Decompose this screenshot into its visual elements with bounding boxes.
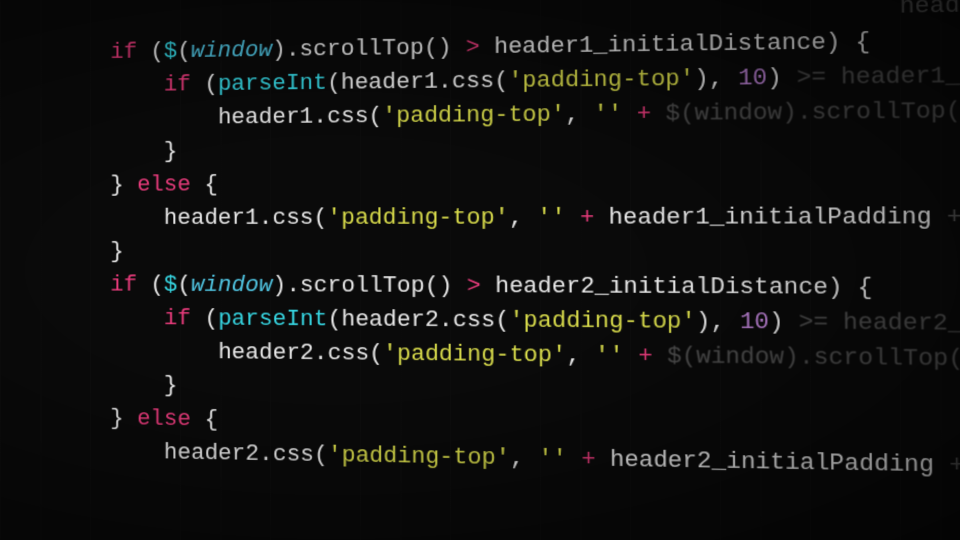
- token-pl: header2.css(: [218, 340, 383, 367]
- token-pl: header2_initialPadding: [596, 447, 950, 479]
- token-pl: [566, 205, 580, 231]
- token-pl: {: [191, 172, 218, 197]
- token-pl: (: [191, 306, 218, 332]
- token-dim: $: [667, 343, 682, 369]
- token-dim: window: [694, 100, 782, 127]
- token-str: 'padding-top': [382, 102, 565, 129]
- code-editor[interactable]: header0_initialPadding + 'px');if ($(win…: [0, 0, 960, 485]
- token-dim: $: [666, 101, 681, 127]
- token-str: '': [538, 446, 567, 473]
- token-pl: {: [191, 407, 218, 433]
- token-pl: (: [177, 39, 190, 64]
- token-dim: (: [680, 101, 695, 127]
- token-fn: parseInt: [218, 306, 328, 332]
- token-str: '': [594, 101, 623, 127]
- token-num: 10: [738, 65, 767, 92]
- token-str: '': [537, 205, 566, 231]
- token-pl: ): [767, 65, 797, 92]
- token-op: +: [638, 343, 653, 369]
- token-pl: ).scrollTop(): [272, 273, 466, 299]
- token-str: 'padding-top': [508, 66, 694, 94]
- token-op: >: [466, 35, 480, 61]
- token-op: +: [637, 101, 652, 127]
- token-dim: >= header2_initialPadding) {: [799, 309, 960, 339]
- token-var: window: [191, 38, 272, 64]
- token-pl: [624, 343, 639, 369]
- token-dim: ).scrollTop(): [782, 98, 960, 126]
- token-pl: header1.css(: [164, 205, 327, 231]
- token-pl: }: [164, 139, 177, 164]
- token-kw: if: [110, 40, 137, 65]
- token-dim: (: [682, 344, 697, 370]
- token-dim: >= header1_initialPadding) {: [797, 60, 960, 91]
- token-kw: if: [164, 306, 191, 332]
- token-pl: (: [137, 272, 164, 297]
- token-kw: if: [164, 72, 191, 98]
- token-fn: $: [164, 39, 177, 64]
- token-pl: }: [164, 373, 178, 399]
- token-pl: (header2.css(: [328, 307, 510, 334]
- token-pl: }: [110, 406, 137, 432]
- token-dim: + 'px');: [949, 452, 960, 481]
- token-str: 'padding-top': [509, 308, 696, 335]
- token-str: 'padding-top': [383, 341, 566, 369]
- token-pl: (: [177, 273, 191, 298]
- token-pl: ).scrollTop(): [272, 35, 466, 63]
- token-pl: header1_initialPadding: [594, 204, 947, 231]
- token-pl: [651, 101, 666, 127]
- token-pl: ),: [696, 309, 740, 336]
- token-str: 'padding-top': [327, 205, 509, 231]
- token-op: +: [581, 446, 595, 472]
- token-pl: [567, 446, 581, 472]
- token-dim: + 'px');: [947, 204, 960, 231]
- token-pl: ,: [510, 445, 539, 472]
- token-pl: [653, 343, 668, 369]
- token-pl: ,: [509, 205, 537, 231]
- code-line[interactable]: if ($(window).scrollTop() > header2_init…: [110, 268, 960, 306]
- token-pl: header2.css(: [164, 440, 328, 468]
- token-pl: header2_initialDistance) {: [481, 273, 873, 301]
- token-fn: parseInt: [218, 70, 327, 97]
- token-pl: }: [110, 172, 137, 197]
- token-str: '': [595, 343, 624, 369]
- token-pl: ): [769, 309, 799, 336]
- token-pl: ,: [566, 343, 595, 369]
- code-line[interactable]: }: [110, 129, 960, 169]
- token-dim: window: [696, 344, 784, 371]
- token-str: 'padding-top': [328, 443, 510, 472]
- token-var: window: [191, 273, 273, 299]
- token-pl: [622, 101, 637, 127]
- token-pl: header1_initialDistance) {: [480, 29, 871, 60]
- code-line[interactable]: }: [110, 235, 960, 271]
- token-pl: ,: [565, 102, 594, 128]
- code-line[interactable]: header1.css('padding-top', '' + header1_…: [110, 200, 960, 236]
- token-pl: (: [191, 72, 218, 98]
- token-pl: }: [110, 239, 123, 264]
- token-pl: (: [137, 39, 164, 65]
- token-num: 10: [740, 309, 770, 336]
- code-line[interactable]: } else {: [110, 164, 960, 202]
- token-kw: else: [137, 406, 191, 432]
- token-kw: else: [137, 172, 191, 197]
- token-kw: if: [110, 272, 137, 297]
- token-pl: (header1.css(: [327, 68, 508, 96]
- token-fn: $: [164, 272, 177, 297]
- token-op: +: [580, 205, 594, 231]
- token-op: >: [467, 273, 481, 299]
- token-pl: header1.css(: [218, 104, 383, 131]
- token-pl: ),: [694, 66, 738, 93]
- token-dim: ).scrollTop(): [784, 344, 960, 373]
